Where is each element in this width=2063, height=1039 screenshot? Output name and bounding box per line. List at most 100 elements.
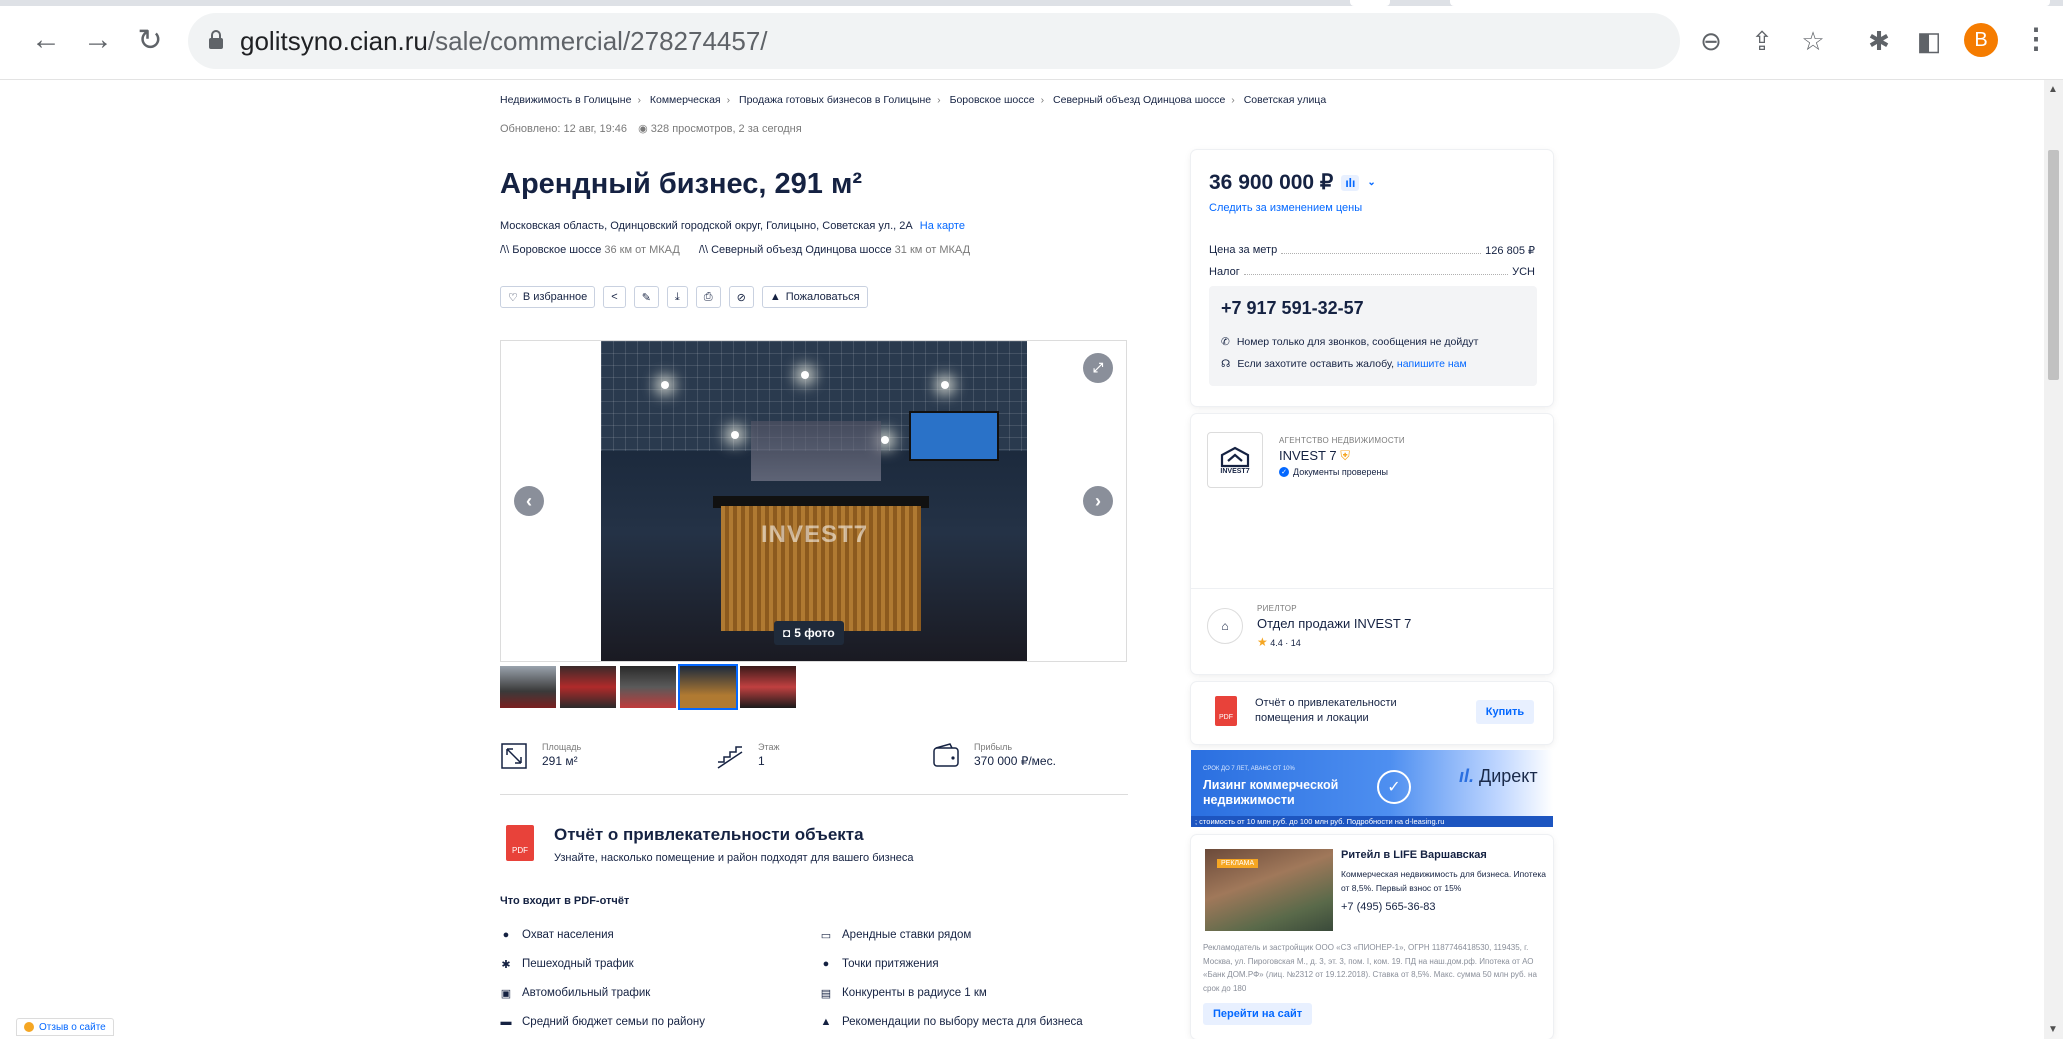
browser-toolbar: ← → ↻ golitsyno.cian.ru/sale/commercial/… <box>0 0 2063 80</box>
thumbnail-strip <box>500 664 796 710</box>
phone-number[interactable]: +7 917 591-32-57 <box>1221 298 1364 319</box>
ad-title[interactable]: Ритейл в LIFE Варшавская <box>1341 849 1487 861</box>
ad-visit-button[interactable]: Перейти на сайт <box>1203 1003 1313 1025</box>
walk-icon: ✱ <box>501 959 511 971</box>
hide-icon: ⊘ <box>736 291 746 304</box>
profile-avatar[interactable]: B <box>1964 23 1998 57</box>
extensions-icon[interactable]: ✱ <box>1862 24 1896 58</box>
highway-distance: 31 км от МКАД <box>894 244 971 256</box>
check-circle-icon: ✓ <box>1377 770 1411 804</box>
breadcrumb-item[interactable]: Северный объезд Одинцова шоссе <box>1053 94 1225 106</box>
star-icon[interactable]: ☆ <box>1796 24 1830 58</box>
price-per-meter-row: Цена за метр 126 805 ₽ <box>1209 244 1535 257</box>
thumbnail[interactable] <box>500 666 556 708</box>
price-value: 36 900 000 ₽ <box>1209 171 1334 194</box>
note-button[interactable]: ✎ <box>633 286 659 308</box>
highway-name[interactable]: Северный объезд Одинцова шоссе <box>711 244 891 256</box>
tab[interactable] <box>1350 0 1390 6</box>
realtor-avatar[interactable]: ⌂ <box>1207 608 1243 644</box>
url-text: golitsyno.cian.ru/sale/commercial/278274… <box>240 26 768 56</box>
thumbnail[interactable] <box>620 666 676 708</box>
watch-price-link[interactable]: Следить за изменением цены <box>1209 202 1362 214</box>
breadcrumb: Недвижимость в Голицыне › Коммерческая › П… <box>500 94 1326 106</box>
report-offer-text: Отчёт о привлекательности помещения и ло… <box>1255 697 1397 724</box>
main-photo[interactable]: INVEST7 <box>601 341 1027 661</box>
download-button[interactable]: ⤓ <box>666 286 688 308</box>
address-bar[interactable]: golitsyno.cian.ru/sale/commercial/278274… <box>188 13 1680 69</box>
photo-watermark: INVEST7 <box>761 521 869 548</box>
favorite-button[interactable]: ♡ В избранное <box>500 286 596 308</box>
realtor-kind: РИЕЛТОР <box>1257 604 1297 613</box>
scroll-down-icon[interactable]: ▼ <box>2048 1024 2058 1035</box>
report-subtitle: Узнайте, насколько помещение и район под… <box>554 852 914 864</box>
breadcrumb-item[interactable]: Коммерческая <box>650 94 721 106</box>
realtor-rating[interactable]: ★ 4.4 · 14 <box>1257 635 1411 649</box>
agency-logo[interactable]: INVEST7 <box>1207 432 1263 488</box>
prev-photo-button[interactable]: ‹ <box>514 486 544 516</box>
favorite-label: В избранное <box>522 291 588 303</box>
complain-label: Пожаловаться <box>785 291 860 303</box>
ad-legal-text: Рекламодатель и застройщик ООО «СЗ «ПИОН… <box>1203 943 1537 993</box>
reload-icon[interactable]: ↻ <box>132 22 168 58</box>
page-viewport: Недвижимость в Голицыне › Коммерческая › П… <box>0 80 2044 1039</box>
highway-name[interactable]: Боровское шоссе <box>512 244 601 256</box>
ad-image[interactable]: РЕКЛАМА <box>1205 849 1333 931</box>
views-text[interactable]: 328 просмотров, 2 за сегодня <box>651 123 802 135</box>
thumbnail[interactable] <box>678 664 738 710</box>
price-chart-icon[interactable]: ılı <box>1341 174 1360 191</box>
write-us-link[interactable]: напишите нам <box>1397 358 1467 370</box>
tax-row: Налог УСН <box>1209 266 1535 278</box>
forward-icon[interactable]: → <box>80 22 116 58</box>
agency-name[interactable]: INVEST 7 ⛨ <box>1279 448 1405 464</box>
thumbnail[interactable] <box>740 666 796 708</box>
scroll-up-icon[interactable]: ▲ <box>2048 84 2058 95</box>
list-item: ● Охват населения <box>500 929 614 941</box>
photo-count-badge[interactable]: ◘ 5 фото <box>774 621 844 645</box>
scrollbar-thumb[interactable] <box>2048 150 2059 380</box>
buy-report-button[interactable]: Купить <box>1476 700 1534 724</box>
leasing-banner[interactable]: СРОК ДО 7 ЛЕТ, АВАНС ОТ 10% Лизинг комме… <box>1191 750 1553 827</box>
side-panel-icon[interactable]: ◧ <box>1912 24 1946 58</box>
complaint-note: ☊ Если захотите оставить жалобу, напишите… <box>1221 358 1467 370</box>
phone-note: ✆ Номер только для звонков, сообщения не … <box>1221 336 1479 348</box>
back-icon[interactable]: ← <box>28 22 64 58</box>
fact-value: 1 <box>758 754 765 768</box>
ad-description: Коммерческая недвижимость для бизнеса. И… <box>1341 869 1546 893</box>
list-item: ▭ Арендные ставки рядом <box>820 929 972 942</box>
price-card: 36 900 000 ₽ ılı ⌄ Следить за изменением… <box>1191 150 1553 406</box>
chevron-down-icon[interactable]: ⌄ <box>1367 177 1375 188</box>
menu-icon[interactable]: ⋮ <box>2022 22 2050 55</box>
scrollbar[interactable]: ▲ ▼ <box>2044 80 2063 1039</box>
share-button[interactable]: < <box>603 286 626 308</box>
breadcrumb-item[interactable]: Советская улица <box>1244 94 1326 106</box>
complain-button[interactable]: ▲ Пожаловаться <box>761 286 868 308</box>
breadcrumb-item[interactable]: Боровское шоссе <box>950 94 1035 106</box>
share-icon[interactable]: ⇪ <box>1745 24 1779 58</box>
chevron-right-icon: › <box>726 94 731 106</box>
thumbnail[interactable] <box>560 666 616 708</box>
eye-icon: ◉ <box>638 123 648 135</box>
print-button[interactable]: ⎙ <box>695 286 721 308</box>
chevron-right-icon: › <box>637 94 641 106</box>
address: Московская область, Одинцовский городско… <box>500 220 965 232</box>
realtor-info: РИЕЛТОР Отдел продажи INVEST 7 ★ 4.4 · 1… <box>1257 604 1411 649</box>
ad-phone[interactable]: +7 (495) 565-36-83 <box>1341 901 1435 913</box>
fullscreen-button[interactable]: ⤢ <box>1083 353 1113 383</box>
check-icon: ✓ <box>1279 467 1289 477</box>
map-link[interactable]: На карте <box>920 220 965 232</box>
address-text: Московская область, Одинцовский городско… <box>500 220 913 232</box>
realtor-name[interactable]: Отдел продажи INVEST 7 <box>1257 616 1411 631</box>
photo-gallery: INVEST7 ‹ › ⤢ ◘ 5 фото <box>500 340 1127 662</box>
list-item: ● Точки притяжения <box>820 958 939 970</box>
breadcrumb-item[interactable]: Недвижимость в Голицыне <box>500 94 631 106</box>
zoom-icon[interactable]: ⊖ <box>1694 24 1728 58</box>
tab[interactable] <box>1450 0 2050 6</box>
area-icon <box>501 743 527 769</box>
shield-icon: ⛨ <box>1340 448 1350 463</box>
report-title: Отчёт о привлекательности объекта <box>554 825 864 844</box>
next-photo-button[interactable]: › <box>1083 486 1113 516</box>
hide-button[interactable]: ⊘ <box>728 286 754 308</box>
breadcrumb-item[interactable]: Продажа готовых бизнесов в Голицыне <box>739 94 931 106</box>
feedback-button[interactable]: Отзыв о сайте <box>16 1018 114 1036</box>
fact-area: Площадь 291 м² <box>500 742 581 770</box>
